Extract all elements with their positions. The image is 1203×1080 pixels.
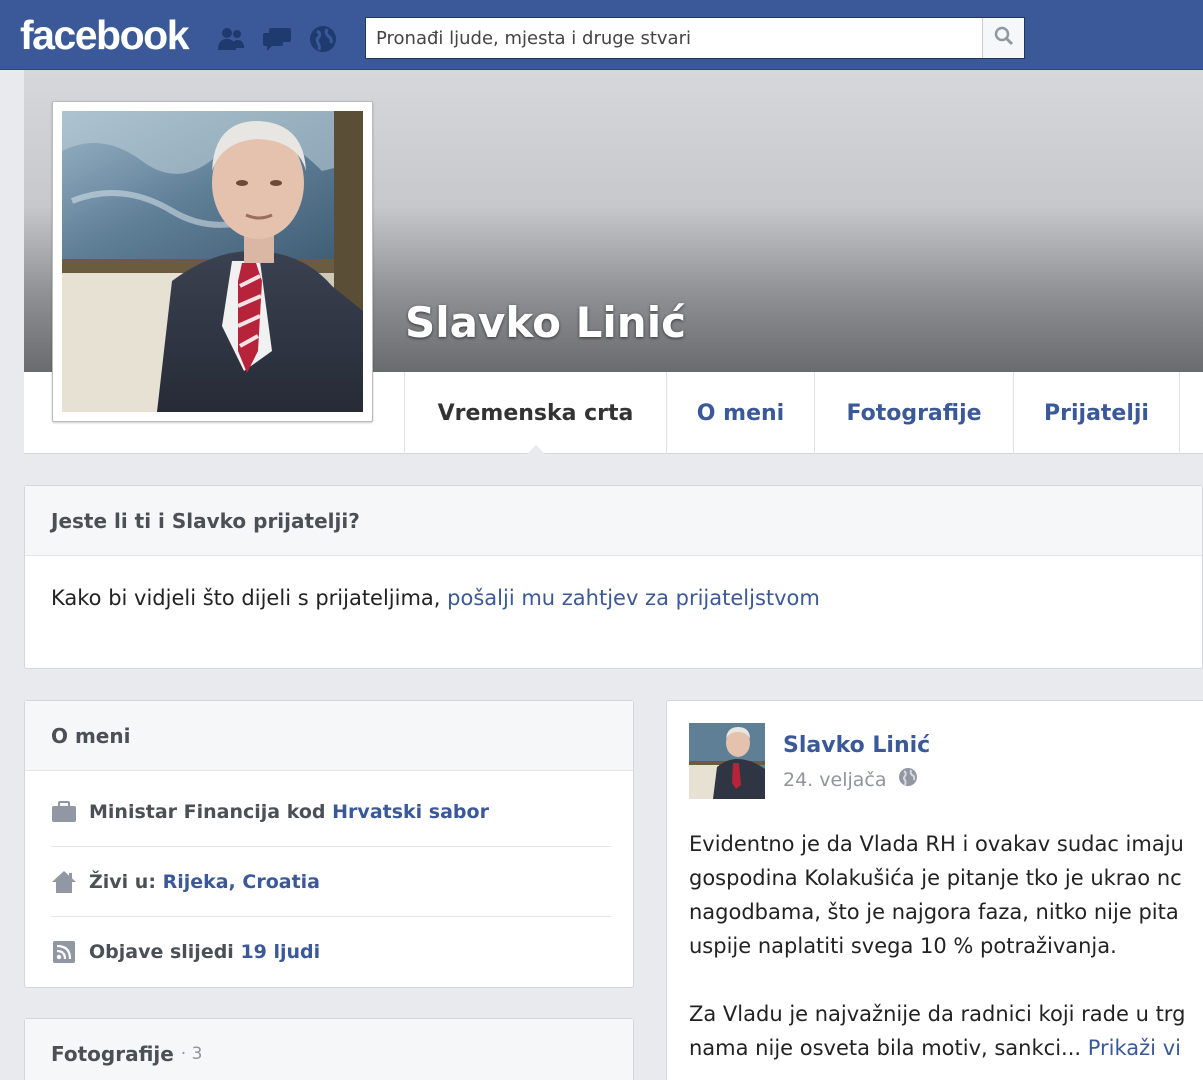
photos-card-title[interactable]: Fotografije <box>51 1042 174 1066</box>
post-line: nagodbama, što je najgora faza, nitko ni… <box>689 900 1179 924</box>
send-friend-request-link[interactable]: pošalji mu zahtjev za prijateljstvom <box>447 586 820 610</box>
left-gutter <box>0 70 24 1080</box>
search-input[interactable] <box>366 18 981 58</box>
profile-name[interactable]: Slavko Linić <box>405 298 686 347</box>
globe-icon[interactable] <box>898 767 918 792</box>
top-bar: facebook <box>0 0 1203 70</box>
tab-label: O meni <box>696 400 785 426</box>
post-line-text: nama nije osveta bila motiv, sankci... <box>689 1036 1088 1060</box>
tab-label: Vremenska crta <box>437 400 634 426</box>
search-icon <box>994 26 1014 50</box>
tab-label: Fotografije <box>846 400 982 426</box>
post-body: Evidentno je da Vlada RH i ovakav sudac … <box>689 827 1203 1065</box>
jewel-bar <box>214 22 340 56</box>
friend-card-text: Kako bi vidjeli što dijeli s prijateljim… <box>51 586 448 610</box>
home-icon <box>51 870 77 894</box>
photos-count: · 3 <box>180 1043 203 1064</box>
about-work-row: Ministar Financija kod Hrvatski sabor <box>51 777 611 847</box>
post-line-last: nama nije osveta bila motiv, sankci... P… <box>689 1031 1203 1065</box>
post-meta: 24. veljača <box>783 767 918 792</box>
briefcase-icon <box>51 800 77 824</box>
hometown-link[interactable]: Rijeka, Croatia <box>163 871 320 893</box>
post-paragraph-2: Za Vladu je najvažnije da radnici koji r… <box>689 997 1203 1065</box>
facebook-logo[interactable]: facebook <box>20 12 190 59</box>
about-lives-row: Živi u: Rijeka, Croatia <box>51 847 611 917</box>
post-line: uspije naplatiti svega 10 % potraživanja… <box>689 934 1117 958</box>
about-card-title[interactable]: O meni <box>25 701 633 771</box>
search-box <box>365 17 1025 59</box>
rss-icon <box>51 940 77 964</box>
post-author-avatar[interactable] <box>689 723 765 799</box>
photos-card-header: Fotografije · 3 <box>25 1019 633 1080</box>
search-button[interactable] <box>982 18 1024 58</box>
see-more-link[interactable]: Prikaži vi <box>1088 1036 1181 1060</box>
messages-icon[interactable] <box>260 22 294 56</box>
post-line: gospodina Kolakušića je pitanje tko je u… <box>689 866 1182 890</box>
post-author-name[interactable]: Slavko Linić <box>783 733 930 758</box>
about-followers-text: Objave slijedi <box>89 941 234 963</box>
about-card: O meni Ministar Financija kod Hrvatski s… <box>24 700 634 988</box>
friends-icon[interactable] <box>214 22 248 56</box>
about-work-text: Ministar Financija kod <box>89 800 326 823</box>
post-paragraph-1: Evidentno je da Vlada RH i ovakav sudac … <box>689 827 1203 963</box>
tab-friends[interactable]: Prijatelji <box>1013 372 1180 454</box>
friend-card-body: Kako bi vidjeli što dijeli s prijateljim… <box>25 556 1202 610</box>
followers-link[interactable]: 19 ljudi <box>240 941 320 963</box>
friend-card-title: Jeste li ti i Slavko prijatelji? <box>25 486 1202 556</box>
employer-link[interactable]: Hrvatski sabor <box>332 801 489 823</box>
post-line: Evidentno je da Vlada RH i ovakav sudac … <box>689 832 1184 856</box>
about-followers-row: Objave slijedi 19 ljudi <box>51 917 611 987</box>
timeline-post: Slavko Linić 24. veljača Evidentno je da… <box>666 700 1203 1080</box>
profile-photo <box>62 111 363 412</box>
post-date[interactable]: 24. veljača <box>783 769 886 791</box>
about-lives-text: Živi u: <box>89 870 156 893</box>
tab-label: Prijatelji <box>1044 400 1149 426</box>
friend-request-card: Jeste li ti i Slavko prijatelji? Kako bi… <box>24 485 1203 669</box>
tab-about[interactable]: O meni <box>666 372 814 454</box>
tab-timeline[interactable]: Vremenska crta <box>404 372 666 455</box>
profile-picture[interactable] <box>52 101 373 422</box>
active-tab-caret <box>525 445 546 455</box>
photos-card: Fotografije · 3 <box>24 1018 634 1080</box>
post-line: Za Vladu je najvažnije da radnici koji r… <box>689 1002 1186 1026</box>
globe-icon[interactable] <box>306 22 340 56</box>
tab-photos[interactable]: Fotografije <box>814 372 1013 454</box>
